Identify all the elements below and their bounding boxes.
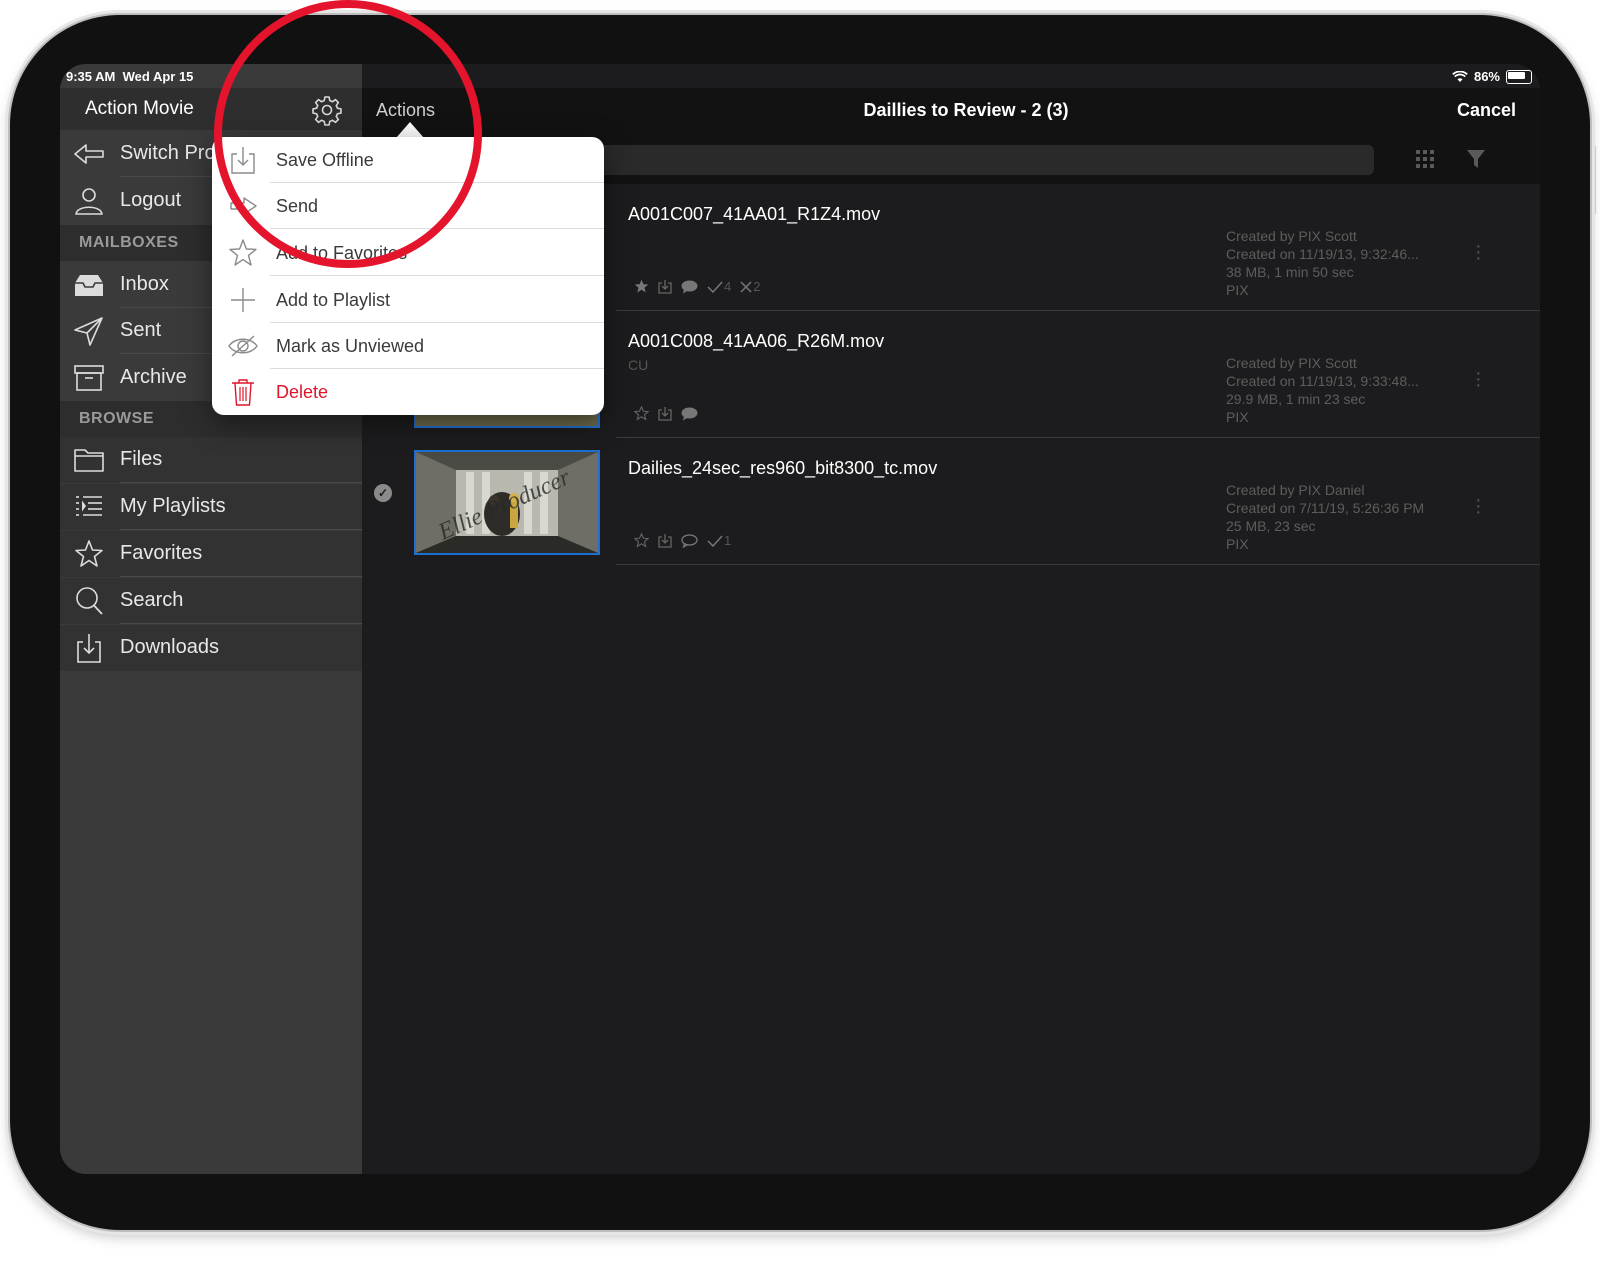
rejection-count: 2	[753, 279, 761, 294]
file-status-icons: 1	[634, 533, 731, 548]
user-icon	[75, 188, 103, 215]
sidebar-item-label: Logout	[120, 189, 182, 211]
file-status-icons: 4 2	[634, 279, 760, 294]
offline-icon	[658, 534, 672, 548]
download-icon	[77, 634, 101, 663]
menu-item-send[interactable]: Send	[212, 183, 604, 229]
star-filled-icon[interactable]	[634, 279, 649, 294]
file-meta: Created by PIX Scott Created on 11/19/13…	[1226, 228, 1419, 298]
cancel-button[interactable]: Cancel	[1457, 100, 1516, 121]
eye-slash-icon	[228, 335, 258, 357]
file-meta: Created by PIX Scott Created on 11/19/13…	[1226, 355, 1419, 425]
gear-icon[interactable]	[311, 94, 343, 126]
sidebar-item-label: Sent	[120, 319, 162, 341]
approval-count: 1	[724, 533, 732, 548]
approved-check-icon	[707, 280, 723, 293]
battery-percent: 86%	[1473, 69, 1500, 84]
offline-icon	[658, 280, 672, 294]
menu-item-label: Delete	[276, 382, 329, 402]
folder-icon	[74, 449, 104, 472]
status-right: 86%	[1452, 69, 1532, 84]
file-status-icons	[634, 406, 698, 421]
plus-icon	[231, 288, 255, 312]
status-bar: 9:35 AM Wed Apr 15 86%	[60, 64, 1540, 88]
approved-check-icon	[707, 534, 723, 547]
comment-outline-icon	[681, 533, 698, 548]
sidebar-header: Action Movie	[60, 88, 362, 130]
comment-filled-icon	[681, 280, 698, 293]
send-icon	[230, 197, 257, 215]
sidebar-item-label: Switch Pro	[120, 142, 216, 164]
comment-filled-icon	[681, 407, 698, 420]
star-outline-icon	[229, 239, 257, 266]
sidebar-item-label: Inbox	[120, 273, 169, 295]
menu-item-label: Save Offline	[276, 150, 374, 170]
sidebar-item-label: Files	[120, 448, 163, 470]
magnifier-icon	[76, 587, 103, 615]
more-options-icon[interactable]: · · ·	[1475, 236, 1482, 268]
sidebar-item-my-playlists[interactable]: My Playlists	[60, 484, 362, 530]
sidebar-item-label: Downloads	[120, 636, 219, 658]
nav-bar: Actions Daillies to Review - 2 (3) Cance…	[362, 88, 1540, 132]
popover-arrow	[396, 122, 424, 138]
more-options-icon[interactable]: · · ·	[1475, 363, 1482, 395]
star-outline-icon[interactable]	[634, 533, 649, 548]
star-outline-icon[interactable]	[634, 406, 649, 421]
wifi-icon	[1452, 70, 1468, 82]
menu-item-label: Add to Favorites	[276, 243, 408, 263]
status-time: 9:35 AM Wed Apr 15	[66, 69, 194, 84]
approval-count: 4	[724, 279, 732, 294]
sidebar-item-label: Favorites	[120, 542, 203, 564]
video-thumbnail[interactable]: Ellie Producer	[414, 450, 600, 555]
trash-icon	[232, 379, 254, 406]
sidebar-item-search[interactable]: Search	[60, 578, 362, 624]
more-options-icon[interactable]: · · ·	[1475, 490, 1482, 522]
file-row[interactable]: ✓ Ellie Producer Dailies_24sec_res960_bi…	[362, 438, 1540, 565]
grid-view-icon[interactable]	[1416, 150, 1434, 168]
menu-item-add-to-favorites[interactable]: Add to Favorites	[212, 230, 604, 276]
switch-icon	[74, 144, 104, 164]
project-title: Action Movie	[85, 98, 194, 119]
menu-item-label: Mark as Unviewed	[276, 336, 425, 356]
menu-item-label: Add to Playlist	[276, 290, 391, 310]
sidebar-item-label: Search	[120, 589, 184, 611]
power-button	[1592, 145, 1596, 215]
search-input[interactable]	[592, 145, 1374, 175]
file-name: A001C008_41AA06_R26M.mov	[628, 331, 885, 351]
sidebar-item-label: Archive	[120, 366, 187, 388]
sidebar-item-favorites[interactable]: Favorites	[60, 531, 362, 577]
playlist-icon	[76, 496, 102, 516]
menu-item-delete[interactable]: Delete	[212, 369, 604, 415]
menu-item-save-offline[interactable]: Save Offline	[212, 137, 604, 183]
rejected-x-icon	[740, 280, 752, 293]
offline-icon	[658, 407, 672, 421]
selected-check-icon[interactable]: ✓	[374, 484, 392, 502]
menu-item-mark-as-unviewed[interactable]: Mark as Unviewed	[212, 323, 604, 369]
save-offline-icon	[231, 147, 255, 174]
sidebar-item-label: My Playlists	[120, 495, 226, 517]
sidebar-item-files[interactable]: Files	[60, 437, 362, 483]
filter-icon[interactable]	[1467, 149, 1485, 169]
paper-plane-icon	[74, 317, 103, 346]
page-title: Daillies to Review - 2 (3)	[863, 100, 1069, 120]
inbox-icon	[75, 275, 103, 296]
archive-box-icon	[74, 365, 104, 391]
file-name: Dailies_24sec_res960_bit8300_tc.mov	[628, 458, 938, 478]
battery-icon	[1506, 69, 1532, 84]
file-name: A001C007_41AA01_R1Z4.mov	[628, 204, 881, 224]
menu-item-add-to-playlist[interactable]: Add to Playlist	[212, 277, 604, 323]
file-subtitle: CU	[628, 357, 649, 373]
file-meta: Created by PIX Daniel Created on 7/11/19…	[1226, 482, 1425, 552]
star-icon	[75, 540, 103, 567]
menu-item-label: Send	[276, 196, 319, 216]
actions-menu: Save Offline Send Add to Favorites Add t…	[212, 137, 604, 415]
sidebar-item-downloads[interactable]: Downloads	[60, 625, 362, 671]
